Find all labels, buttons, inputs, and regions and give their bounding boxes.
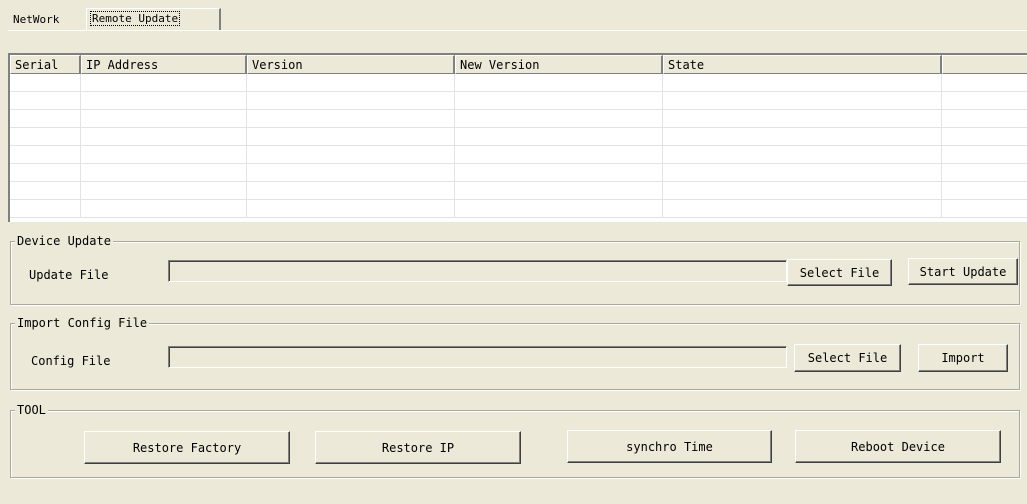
table-cell xyxy=(942,74,1027,92)
table-cell xyxy=(247,110,455,128)
tool-group: TOOL Restore Factory Restore IP synchro … xyxy=(10,403,1020,478)
update-file-label: Update File xyxy=(29,268,109,282)
table-cell xyxy=(942,92,1027,110)
table-row[interactable] xyxy=(10,146,1027,164)
restore-factory-button[interactable]: Restore Factory xyxy=(84,431,290,464)
table-cell xyxy=(81,128,247,146)
import-config-group: Import Config File Config File Select Fi… xyxy=(10,316,1020,390)
reboot-device-button[interactable]: Reboot Device xyxy=(795,430,1001,463)
synchro-time-button[interactable]: synchro Time xyxy=(567,430,772,463)
table-cell xyxy=(247,164,455,182)
table-cell xyxy=(10,92,81,110)
table-row[interactable] xyxy=(10,182,1027,200)
table-cell xyxy=(663,164,942,182)
remote-update-window: NetWork Remote Update Serial IP Address … xyxy=(0,0,1027,504)
column-header-new-version[interactable]: New Version xyxy=(455,55,663,74)
table-cell xyxy=(10,146,81,164)
table-cell xyxy=(663,74,942,92)
table-cell xyxy=(663,182,942,200)
select-config-file-button[interactable]: Select File xyxy=(794,344,901,372)
config-file-input[interactable] xyxy=(168,346,787,368)
table-cell xyxy=(10,182,81,200)
table-cell xyxy=(942,128,1027,146)
table-cell xyxy=(663,110,942,128)
update-file-input[interactable] xyxy=(168,260,787,282)
table-cell xyxy=(663,92,942,110)
table-header: Serial IP Address Version New Version St… xyxy=(10,55,1027,74)
table-cell xyxy=(81,164,247,182)
table-cell xyxy=(247,128,455,146)
start-update-button[interactable]: Start Update xyxy=(908,258,1018,285)
table-cell xyxy=(81,92,247,110)
table-cell xyxy=(81,146,247,164)
restore-ip-button[interactable]: Restore IP xyxy=(315,431,521,464)
table-cell xyxy=(247,200,455,218)
table-cell xyxy=(455,200,663,218)
column-header-blank[interactable] xyxy=(942,55,1027,74)
table-cell xyxy=(942,182,1027,200)
table-cell xyxy=(455,164,663,182)
table-row[interactable] xyxy=(10,74,1027,92)
column-header-version[interactable]: Version xyxy=(247,55,455,74)
device-update-legend: Device Update xyxy=(15,234,113,248)
table-cell xyxy=(455,74,663,92)
table-cell xyxy=(455,128,663,146)
table-row[interactable] xyxy=(10,92,1027,110)
table-cell xyxy=(455,92,663,110)
table-cell xyxy=(663,128,942,146)
table-cell xyxy=(942,146,1027,164)
column-header-serial[interactable]: Serial xyxy=(10,55,81,74)
table-cell xyxy=(81,182,247,200)
device-update-group: Device Update Update File Select File St… xyxy=(10,234,1020,305)
table-cell xyxy=(81,200,247,218)
table-cell xyxy=(942,110,1027,128)
table-cell xyxy=(663,146,942,164)
table-cell xyxy=(81,110,247,128)
tab-network[interactable]: NetWork xyxy=(10,10,86,30)
table-row[interactable] xyxy=(10,200,1027,218)
table-cell xyxy=(942,200,1027,218)
table-cell xyxy=(663,200,942,218)
import-button[interactable]: Import xyxy=(918,344,1008,372)
table-row[interactable] xyxy=(10,164,1027,182)
table-cell xyxy=(455,182,663,200)
tool-legend: TOOL xyxy=(15,403,48,417)
column-header-state[interactable]: State xyxy=(663,55,942,74)
device-table[interactable]: Serial IP Address Version New Version St… xyxy=(8,53,1027,222)
tab-remote-update[interactable]: Remote Update xyxy=(86,8,221,30)
table-cell xyxy=(10,128,81,146)
table-cell xyxy=(247,92,455,110)
table-cell xyxy=(10,164,81,182)
table-cell xyxy=(247,182,455,200)
table-cell xyxy=(247,74,455,92)
table-body xyxy=(10,74,1027,218)
table-cell xyxy=(10,110,81,128)
table-row[interactable] xyxy=(10,128,1027,146)
table-cell xyxy=(81,74,247,92)
config-file-label: Config File xyxy=(31,354,111,368)
table-cell xyxy=(455,146,663,164)
table-cell xyxy=(247,146,455,164)
tab-panel-border xyxy=(8,30,1027,31)
column-header-ip-address[interactable]: IP Address xyxy=(81,55,247,74)
table-cell xyxy=(10,74,81,92)
table-cell xyxy=(942,164,1027,182)
import-config-legend: Import Config File xyxy=(15,316,150,330)
select-update-file-button[interactable]: Select File xyxy=(787,259,892,286)
table-row[interactable] xyxy=(10,110,1027,128)
tab-remote-update-label: Remote Update xyxy=(90,11,181,26)
table-cell xyxy=(455,110,663,128)
table-cell xyxy=(10,200,81,218)
